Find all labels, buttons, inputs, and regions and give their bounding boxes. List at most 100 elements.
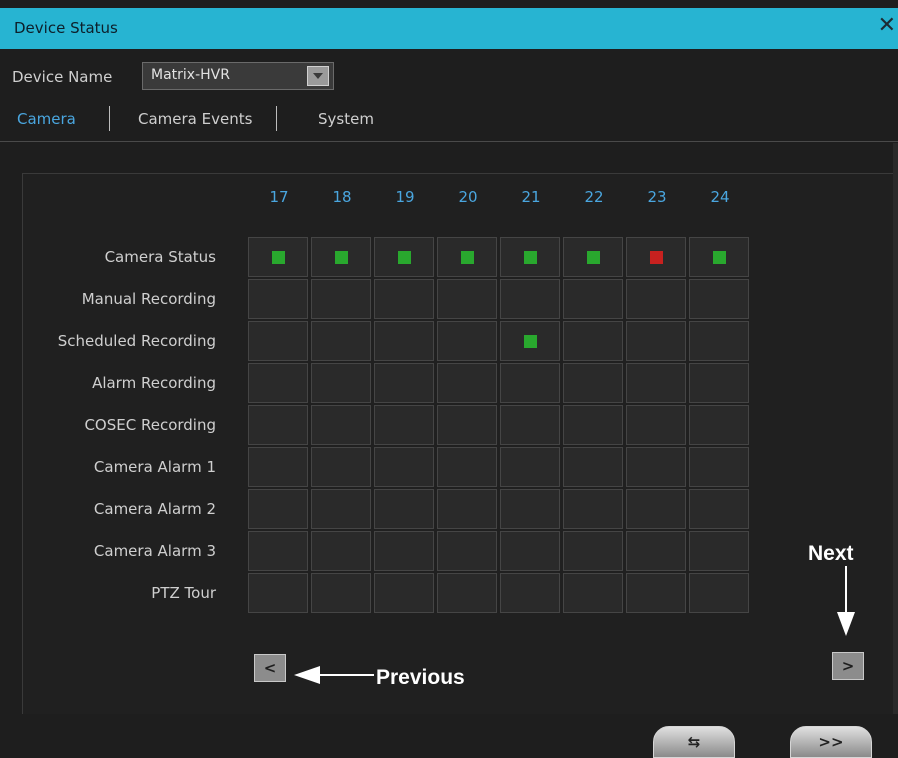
status-cell (374, 363, 434, 403)
device-name-label: Device Name (12, 68, 113, 86)
status-indicator-icon (398, 251, 411, 264)
status-cell (248, 447, 308, 487)
row-label: COSEC Recording (84, 416, 216, 434)
status-indicator-icon (461, 251, 474, 264)
row-label: Manual Recording (81, 290, 216, 308)
camera-column-header: 20 (458, 188, 478, 206)
status-cell (374, 405, 434, 445)
status-cell (689, 405, 749, 445)
tab-system[interactable]: System (318, 110, 374, 128)
status-indicator-icon (272, 251, 285, 264)
status-cell (626, 447, 686, 487)
window-edge (893, 143, 898, 743)
tab-camera[interactable]: Camera (17, 110, 76, 128)
status-cell (563, 321, 623, 361)
status-cell (311, 531, 371, 571)
status-cell (626, 321, 686, 361)
status-cell (563, 237, 623, 277)
next-page-button[interactable]: > (832, 652, 864, 680)
status-cell (437, 405, 497, 445)
status-cell (437, 321, 497, 361)
divider (0, 141, 898, 142)
status-indicator-icon (587, 251, 600, 264)
status-cell (689, 321, 749, 361)
status-cell (689, 363, 749, 403)
status-indicator-icon (524, 251, 537, 264)
camera-column-header: 24 (710, 188, 730, 206)
title-bar: Device Status ✕ (0, 8, 898, 49)
tab-divider (276, 106, 277, 131)
status-cell (248, 573, 308, 613)
status-cell (626, 279, 686, 319)
status-cell (563, 531, 623, 571)
status-cell (374, 279, 434, 319)
status-cell (626, 573, 686, 613)
device-name-value: Matrix-HVR (151, 67, 230, 83)
next-annotation: Next (808, 542, 854, 565)
status-cell (311, 447, 371, 487)
status-cell (689, 447, 749, 487)
status-cell (500, 321, 560, 361)
status-cell (248, 363, 308, 403)
status-cell (500, 237, 560, 277)
chevron-down-icon[interactable] (307, 66, 329, 86)
row-label: Camera Alarm 3 (93, 542, 216, 560)
status-cell (437, 363, 497, 403)
status-cell (311, 279, 371, 319)
status-cell (248, 489, 308, 529)
close-icon[interactable]: ✕ (878, 13, 896, 39)
status-cell (626, 531, 686, 571)
row-label: Camera Status (104, 248, 216, 266)
camera-column-header: 17 (269, 188, 289, 206)
status-cell (374, 573, 434, 613)
forward-button[interactable]: >> (790, 726, 872, 758)
tab-divider (109, 106, 110, 131)
status-cell (311, 363, 371, 403)
row-label: Camera Alarm 1 (93, 458, 216, 476)
window-title: Device Status (14, 19, 118, 37)
status-cell (500, 531, 560, 571)
camera-column-header: 23 (647, 188, 667, 206)
status-cell (500, 405, 560, 445)
status-cell (311, 321, 371, 361)
status-cell (437, 573, 497, 613)
previous-annotation: Previous (376, 666, 465, 689)
status-indicator-icon (524, 335, 537, 348)
status-cell (311, 573, 371, 613)
status-cell (563, 489, 623, 529)
status-cell (248, 237, 308, 277)
status-cell (626, 489, 686, 529)
tab-camera-events[interactable]: Camera Events (138, 110, 252, 128)
status-cell (437, 531, 497, 571)
status-cell (311, 237, 371, 277)
device-name-dropdown[interactable]: Matrix-HVR (142, 62, 334, 90)
status-cell (374, 447, 434, 487)
status-cell (437, 447, 497, 487)
status-cell (626, 363, 686, 403)
status-cell (626, 237, 686, 277)
status-cell (437, 237, 497, 277)
previous-page-button[interactable]: < (254, 654, 286, 682)
status-cell (689, 531, 749, 571)
status-cell (248, 531, 308, 571)
row-label: PTZ Tour (151, 584, 216, 602)
camera-column-header: 19 (395, 188, 415, 206)
status-cell (689, 279, 749, 319)
status-cell (689, 573, 749, 613)
status-cell (311, 489, 371, 529)
row-label: Scheduled Recording (57, 332, 216, 350)
status-cell (689, 489, 749, 529)
status-cell (437, 489, 497, 529)
status-indicator-icon (713, 251, 726, 264)
status-cell (248, 321, 308, 361)
status-cell (563, 405, 623, 445)
status-indicator-icon (335, 251, 348, 264)
status-cell (563, 447, 623, 487)
status-cell (563, 573, 623, 613)
status-cell (563, 363, 623, 403)
status-cell (689, 237, 749, 277)
camera-column-header: 22 (584, 188, 604, 206)
status-indicator-icon (650, 251, 663, 264)
refresh-button[interactable]: ⇆ (653, 726, 735, 758)
status-cell (311, 405, 371, 445)
